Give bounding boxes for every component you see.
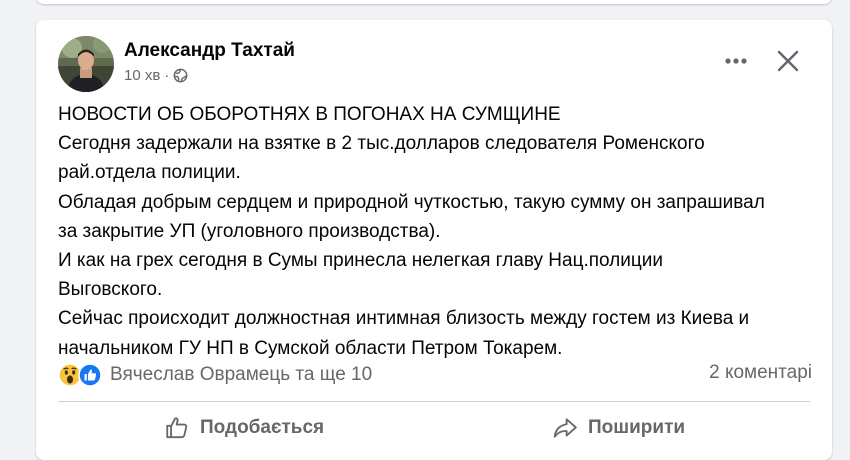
post-text-line: за закрытие УП (уголовного производства)… (58, 220, 441, 242)
close-icon (777, 50, 799, 72)
post-text-line: Обладая добрым сердцем и природной чутко… (58, 191, 765, 213)
post-text-line: Выговского. (58, 279, 163, 301)
close-post-button[interactable] (771, 44, 805, 78)
globe-icon[interactable] (173, 68, 188, 83)
post-text-line: Сейчас происходит должностная интимная б… (58, 308, 750, 330)
like-label: Подобається (200, 417, 325, 438)
author-avatar[interactable] (58, 36, 114, 92)
reaction-icons (58, 363, 102, 387)
post-text-line: начальником ГУ НП в Сумской области Петр… (58, 337, 563, 359)
share-arrow-icon (553, 418, 577, 438)
post-body: НОВОСТИ ОБ ОБОРОТНЯХ В ПОГОНАХ НА СУМЩИН… (58, 100, 828, 363)
thumbs-up-icon (166, 417, 188, 439)
like-button[interactable]: Подобається (164, 410, 324, 446)
divider (58, 401, 810, 402)
more-options-button[interactable] (718, 46, 754, 76)
share-label: Поширити (588, 417, 686, 438)
more-dots-icon (725, 58, 747, 64)
post-text-line: рай.отдела полиции. (58, 162, 241, 184)
post-time[interactable]: 10 хв (124, 67, 160, 84)
author-name[interactable]: Александр Тахтай (124, 40, 295, 62)
post-text-line: И как на грех сегодня в Сумы принесла не… (58, 250, 663, 272)
comments-count[interactable]: 2 коментарі (709, 362, 812, 384)
share-button[interactable]: Поширити (552, 410, 685, 446)
post-text-line: НОВОСТИ ОБ ОБОРОТНЯХ В ПОГОНАХ НА СУМЩИН… (58, 104, 561, 125)
reaction-names: Вячеслав Оврамець та ще 10 (110, 364, 373, 385)
like-thumb-icon (78, 363, 102, 387)
post-meta: 10 хв · (124, 67, 188, 84)
post-text-line: Сегодня задержали на взятке в 2 тыс.долл… (58, 133, 705, 155)
reaction-summary[interactable]: Вячеслав Оврамець та ще 10 (58, 361, 372, 389)
post-card: Александр Тахтай 10 хв · НОВОСТИ ОБ ОБОР… (36, 20, 832, 460)
previous-post-card (36, 0, 832, 4)
meta-separator: · (164, 67, 170, 84)
